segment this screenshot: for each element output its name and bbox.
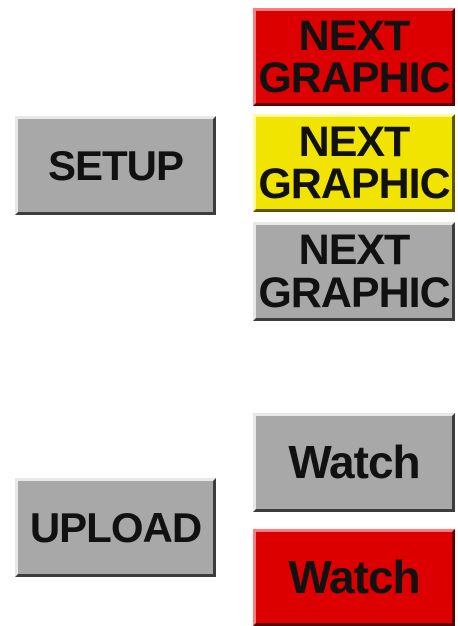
next-graphic-label: NEXT GRAPHIC xyxy=(258,226,450,317)
setup-button[interactable]: SETUP xyxy=(15,116,216,215)
next-graphic-line2: GRAPHIC xyxy=(258,160,450,208)
next-graphic-line1: NEXT xyxy=(298,226,411,275)
watch-button-label: Watch xyxy=(288,435,420,488)
next-graphic-label: NEXT GRAPHIC xyxy=(258,117,450,208)
watch-button-label: Watch xyxy=(288,550,420,603)
next-graphic-line2: GRAPHIC xyxy=(258,268,450,317)
next-graphic-line1: NEXT xyxy=(298,117,411,166)
watch-button-red[interactable]: Watch xyxy=(253,529,455,626)
upload-button[interactable]: UPLOAD xyxy=(15,478,216,577)
next-graphic-button-red[interactable]: NEXT GRAPHIC xyxy=(253,8,455,106)
next-graphic-button-yellow[interactable]: NEXT GRAPHIC xyxy=(253,114,455,212)
upload-button-label: UPLOAD xyxy=(29,503,202,551)
next-graphic-line2: GRAPHIC xyxy=(258,54,450,102)
next-graphic-button-gray[interactable]: NEXT GRAPHIC xyxy=(253,222,455,321)
next-graphic-label: NEXT GRAPHIC xyxy=(258,11,450,102)
setup-button-label: SETUP xyxy=(47,141,184,189)
watch-button-gray[interactable]: Watch xyxy=(253,413,455,512)
next-graphic-line1: NEXT xyxy=(298,11,411,60)
